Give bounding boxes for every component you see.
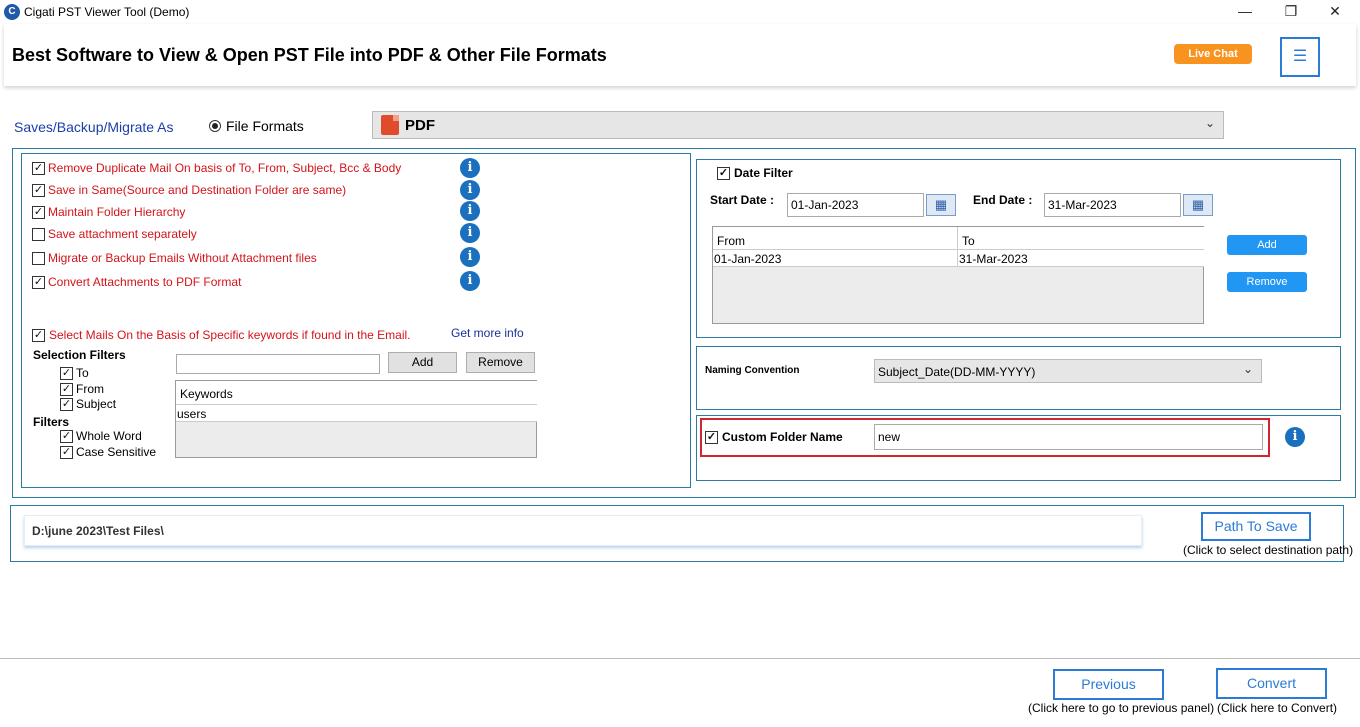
table-row[interactable]: users xyxy=(176,405,537,422)
checkbox[interactable]: ✓ xyxy=(60,367,73,380)
info-icon[interactable]: i xyxy=(460,180,480,200)
keyword-input[interactable] xyxy=(176,354,380,374)
end-date-label: End Date : xyxy=(973,193,1033,207)
title-bar: C Cigati PST Viewer Tool (Demo) — ❐ ✕ xyxy=(0,0,1360,24)
column-divider xyxy=(957,227,958,250)
get-more-info-link[interactable]: Get more info xyxy=(451,326,524,340)
checkbox[interactable]: ✓ xyxy=(32,206,45,219)
checkbox[interactable]: ✓ xyxy=(32,329,45,342)
table-header: Keywords xyxy=(176,381,537,405)
keyword-add-button[interactable]: Add xyxy=(388,352,457,373)
date-add-button[interactable]: Add xyxy=(1227,235,1307,255)
checkbox[interactable]: ✓ xyxy=(60,383,73,396)
calendar-icon[interactable]: ▦ xyxy=(1183,194,1213,216)
checkbox[interactable]: ✓ xyxy=(32,184,45,197)
keywords-table: Keywords users xyxy=(175,380,537,458)
table-row[interactable]: 01-Jan-2023 31-Mar-2023 xyxy=(713,250,1204,267)
previous-hint: (Click here to go to previous panel) xyxy=(1028,701,1215,715)
hamburger-icon: ☰ xyxy=(1292,48,1308,65)
convert-hint: (Click here to Convert) xyxy=(1217,701,1338,715)
date-remove-button[interactable]: Remove xyxy=(1227,272,1307,292)
keyword-remove-button[interactable]: Remove xyxy=(466,352,535,373)
file-formats-radio[interactable] xyxy=(209,120,221,132)
start-date-label: Start Date : xyxy=(710,193,775,207)
chevron-down-icon: ⌄ xyxy=(1204,116,1215,130)
info-icon[interactable]: i xyxy=(1285,427,1305,447)
checkbox[interactable] xyxy=(32,228,45,241)
pdf-icon xyxy=(381,115,399,135)
calendar-icon[interactable]: ▦ xyxy=(926,194,956,216)
app-icon: C xyxy=(4,4,20,20)
checkbox[interactable]: ✓ xyxy=(32,162,45,175)
info-icon[interactable]: i xyxy=(460,247,480,267)
checkbox[interactable]: ✓ xyxy=(60,430,73,443)
checkbox[interactable]: ✓ xyxy=(717,167,730,180)
naming-convention-label: Naming Convention xyxy=(705,365,800,376)
destination-path-field[interactable]: D:\june 2023\Test Files\ xyxy=(24,515,1142,546)
start-date-input[interactable] xyxy=(787,193,924,217)
format-select[interactable]: PDF ⌄ xyxy=(372,111,1224,139)
minimize-button[interactable]: — xyxy=(1222,0,1268,24)
checkbox[interactable] xyxy=(32,252,45,265)
end-date-input[interactable] xyxy=(1044,193,1181,217)
file-formats-label: File Formats xyxy=(226,118,304,134)
info-icon[interactable]: i xyxy=(460,223,480,243)
column-divider xyxy=(957,250,958,267)
chevron-down-icon: ⌄ xyxy=(1242,362,1253,376)
checkbox[interactable]: ✓ xyxy=(60,446,73,459)
path-hint: (Click to select destination path) xyxy=(1183,543,1354,557)
filters-label: Filters xyxy=(33,415,70,429)
maximize-button[interactable]: ❐ xyxy=(1268,0,1314,24)
table-header: From To xyxy=(713,227,1204,250)
checkbox[interactable]: ✓ xyxy=(32,276,45,289)
selection-filters-label: Selection Filters xyxy=(33,348,126,362)
custom-folder-input[interactable] xyxy=(874,424,1263,450)
date-range-table: From To 01-Jan-2023 31-Mar-2023 xyxy=(712,226,1204,324)
info-icon[interactable]: i xyxy=(460,271,480,291)
page-title: Best Software to View & Open PST File in… xyxy=(12,45,607,65)
menu-button[interactable]: ☰ xyxy=(1280,37,1320,77)
close-button[interactable]: ✕ xyxy=(1312,0,1358,24)
convert-button[interactable]: Convert xyxy=(1216,668,1327,699)
checkbox[interactable]: ✓ xyxy=(60,398,73,411)
save-as-label: Saves/Backup/Migrate As xyxy=(14,119,174,135)
window-title: Cigati PST Viewer Tool (Demo) xyxy=(24,5,190,19)
info-icon[interactable]: i xyxy=(460,158,480,178)
header-banner: Best Software to View & Open PST File in… xyxy=(4,24,1356,86)
live-chat-button[interactable]: Live Chat xyxy=(1174,44,1252,64)
previous-button[interactable]: Previous xyxy=(1053,669,1164,700)
path-to-save-button[interactable]: Path To Save xyxy=(1201,512,1311,541)
footer-divider xyxy=(0,658,1360,659)
naming-convention-select[interactable]: Subject_Date(DD-MM-YYYY) ⌄ xyxy=(874,359,1262,383)
format-selected-value: PDF xyxy=(405,117,435,134)
info-icon[interactable]: i xyxy=(460,201,480,221)
checkbox[interactable]: ✓ xyxy=(705,431,718,444)
